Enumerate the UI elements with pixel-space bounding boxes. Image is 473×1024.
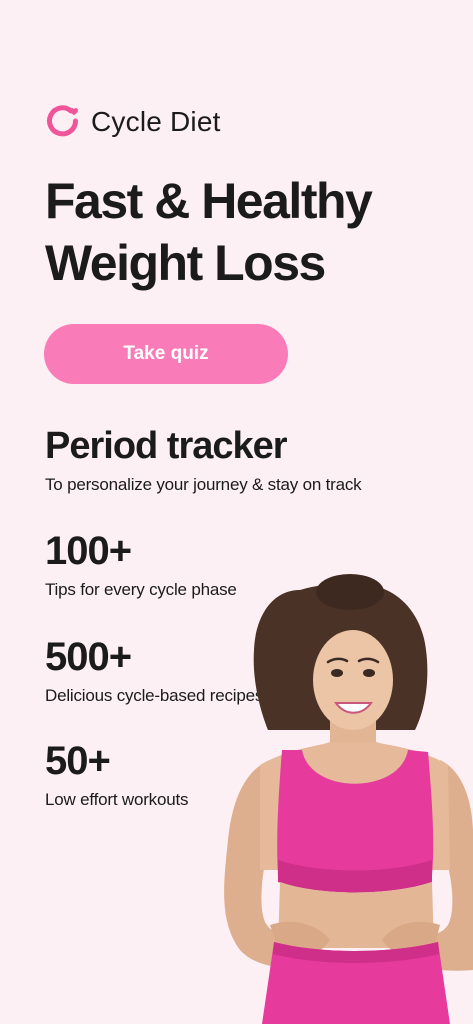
page-title: Fast & Healthy Weight Loss (45, 170, 465, 294)
brand-name: Cycle Diet (91, 106, 221, 137)
woman-illustration (224, 574, 473, 1024)
feature-period-tracker: Period tracker To personalize your journ… (45, 424, 362, 495)
feature-description: To personalize your journey & stay on tr… (45, 475, 362, 494)
headline-line-1: Fast & Healthy (45, 173, 373, 229)
hero-woman-photo (150, 570, 473, 1024)
feature-title: 100+ (45, 529, 132, 573)
brand-logo: Cycle Diet (45, 104, 221, 140)
cycle-ring-icon (47, 105, 79, 137)
take-quiz-button[interactable]: Take quiz (44, 324, 288, 384)
feature-title: Period tracker (45, 425, 288, 467)
headline-line-2: Weight Loss (45, 235, 326, 291)
